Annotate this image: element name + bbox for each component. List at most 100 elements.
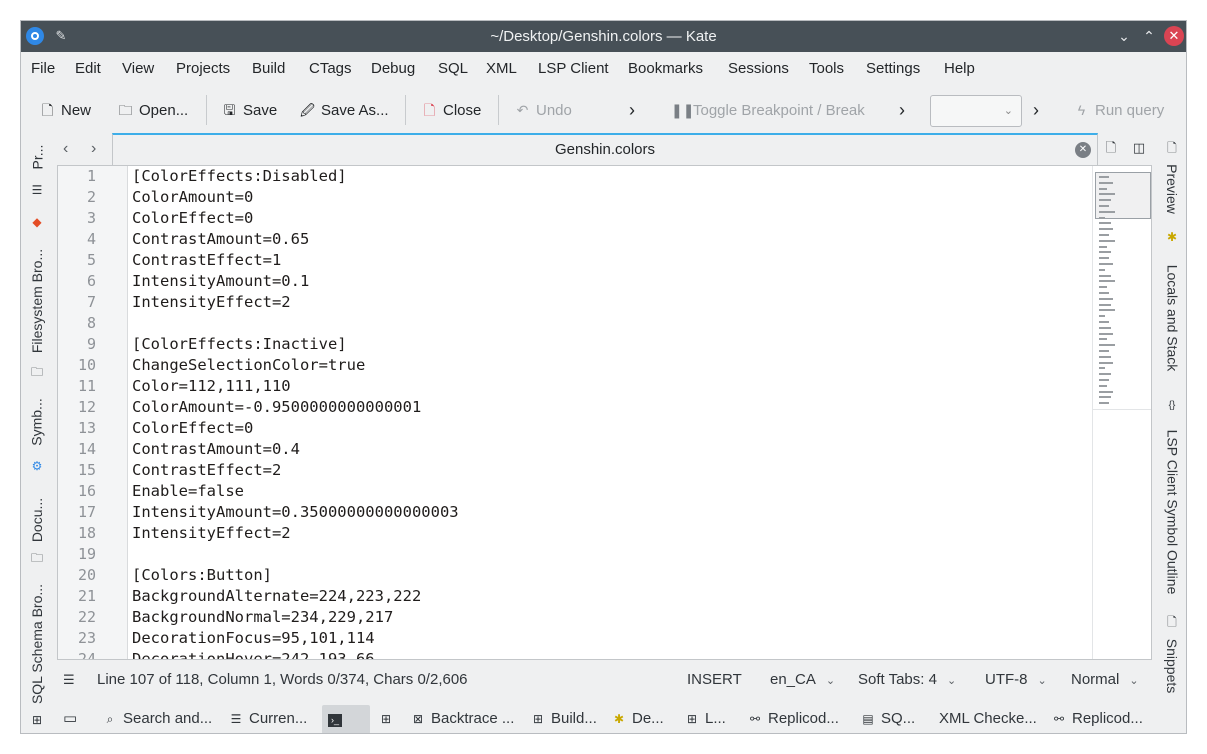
- code-line[interactable]: 8: [58, 313, 1092, 334]
- menu-file[interactable]: File: [31, 52, 55, 86]
- toolbar-overflow-3-chevron-icon[interactable]: ›: [1033, 91, 1039, 129]
- menu-bookmarks[interactable]: Bookmarks: [628, 52, 703, 86]
- edit-mode[interactable]: INSERT: [687, 667, 742, 693]
- line-text[interactable]: ContrastAmount=0.4: [132, 439, 300, 460]
- encoding-selector[interactable]: UTF-8 ⌄: [985, 667, 1047, 694]
- code-line[interactable]: 17 IntensityAmount=0.35000000000000003: [58, 502, 1092, 523]
- code-line[interactable]: 10 ChangeSelectionColor=true: [58, 355, 1092, 376]
- close-window-button[interactable]: ✕: [1164, 26, 1184, 46]
- menu-build[interactable]: Build: [252, 52, 285, 86]
- line-text[interactable]: ColorEffect=0: [132, 208, 253, 229]
- menu-projects[interactable]: Projects: [176, 52, 230, 86]
- run-query-button[interactable]: ϟ Run query: [1073, 91, 1164, 129]
- line-text[interactable]: ColorAmount=0: [132, 187, 253, 208]
- menu-xml[interactable]: XML: [486, 52, 517, 86]
- code-line[interactable]: 12 ColorAmount=-0.9500000000000001: [58, 397, 1092, 418]
- code-line[interactable]: 15 ContrastEffect=2: [58, 460, 1092, 481]
- menu-sql[interactable]: SQL: [438, 52, 468, 86]
- close-button[interactable]: 🗋 Close: [421, 91, 482, 129]
- sidebar-tab-symbols[interactable]: Symb...: [21, 391, 53, 453]
- line-text[interactable]: ContrastEffect=2: [132, 460, 281, 481]
- code-line[interactable]: 3 ColorEffect=0: [58, 208, 1092, 229]
- tool-search-and-replace[interactable]: ⌕ Search and...: [103, 702, 213, 733]
- code-line[interactable]: 14 ContrastAmount=0.4: [58, 439, 1092, 460]
- code-line[interactable]: 16 Enable=false: [58, 481, 1092, 502]
- undo-button[interactable]: ↶ Undo: [514, 91, 572, 129]
- sidebar-tab-snippets[interactable]: Snippets: [1156, 633, 1186, 699]
- nav-back-chevron-icon[interactable]: ‹: [63, 133, 68, 165]
- tool-grid[interactable]: ⊞: [379, 702, 399, 733]
- sql-connection-combo[interactable]: ⌄: [930, 95, 1022, 127]
- line-text[interactable]: IntensityAmount=0.35000000000000003: [132, 502, 459, 523]
- doc-menu-icon[interactable]: ☰: [63, 667, 75, 693]
- menu-debug[interactable]: Debug: [371, 52, 415, 86]
- code-line[interactable]: 22 BackgroundNormal=234,229,217: [58, 607, 1092, 628]
- sidebar-tab-preview[interactable]: Preview: [1156, 159, 1186, 219]
- sidebar-tab-projects[interactable]: Pr...: [21, 141, 53, 173]
- code-line[interactable]: 23 DecorationFocus=95,101,114: [58, 628, 1092, 649]
- close-tab-icon[interactable]: ✕: [1075, 142, 1091, 158]
- nav-forward-chevron-icon[interactable]: ›: [91, 133, 96, 165]
- tool-replicode-1[interactable]: ⚯ Replicod...: [748, 702, 839, 733]
- tool-replicode-2[interactable]: ⚯ Replicod...: [1052, 702, 1143, 733]
- code-line[interactable]: 6 IntensityAmount=0.1: [58, 271, 1092, 292]
- line-text[interactable]: ColorEffect=0: [132, 418, 253, 439]
- tool-debug[interactable]: ✱ De...: [612, 702, 664, 733]
- code-line[interactable]: 4 ContrastAmount=0.65: [58, 229, 1092, 250]
- save-button[interactable]: 🖫 Save: [221, 91, 278, 129]
- line-text[interactable]: IntensityEffect=2: [132, 292, 291, 313]
- line-text[interactable]: [ColorEffects:Disabled]: [132, 166, 347, 187]
- menu-tools[interactable]: Tools: [809, 52, 844, 86]
- code-line[interactable]: 1 [ColorEffects:Disabled]: [58, 166, 1092, 187]
- input-mode-selector[interactable]: Normal ⌄: [1071, 667, 1139, 694]
- text-editor[interactable]: 1 [ColorEffects:Disabled] 2 ColorAmount=0 3 C…: [57, 165, 1152, 660]
- split-view-icon[interactable]: ◫: [1131, 140, 1147, 156]
- tool-xml-checker[interactable]: XML Checke...: [939, 702, 1037, 733]
- line-text[interactable]: ColorAmount=-0.9500000000000001: [132, 397, 421, 418]
- code-line[interactable]: 7 IntensityEffect=2: [58, 292, 1092, 313]
- open-button[interactable]: 🗀 Open...: [117, 91, 189, 129]
- editor-content[interactable]: 1 [ColorEffects:Disabled] 2 ColorAmount=0 3 C…: [58, 166, 1092, 659]
- code-line[interactable]: 5 ContrastEffect=1: [58, 250, 1092, 271]
- code-line[interactable]: 11 Color=112,111,110: [58, 376, 1092, 397]
- line-text[interactable]: Enable=false: [132, 481, 244, 502]
- sidebar-tab-sql-schema[interactable]: SQL Schema Bro...: [21, 577, 53, 711]
- line-text[interactable]: ContrastAmount=0.65: [132, 229, 309, 250]
- tool-current-project[interactable]: ☰ Curren...: [229, 702, 308, 733]
- maximize-button[interactable]: ⌃: [1139, 26, 1159, 46]
- line-text[interactable]: ChangeSelectionColor=true: [132, 355, 365, 376]
- new-tab-icon[interactable]: 🗋: [1103, 140, 1119, 156]
- line-text[interactable]: BackgroundNormal=234,229,217: [132, 607, 393, 628]
- line-text[interactable]: [ColorEffects:Inactive]: [132, 334, 347, 355]
- new-button[interactable]: 🗋 New: [39, 91, 91, 129]
- line-text[interactable]: BackgroundAlternate=224,223,222: [132, 586, 421, 607]
- menu-sessions[interactable]: Sessions: [728, 52, 789, 86]
- sidebar-tab-lsp-symbol-outline[interactable]: LSP Client Symbol Outline: [1156, 419, 1186, 605]
- line-text[interactable]: [Colors:Button]: [132, 565, 272, 586]
- code-line[interactable]: 21 BackgroundAlternate=224,223,222: [58, 586, 1092, 607]
- tool-terminal[interactable]: ›_: [322, 705, 370, 733]
- code-line[interactable]: 13 ColorEffect=0: [58, 418, 1092, 439]
- tool-build[interactable]: ⊞ Build...: [531, 702, 597, 733]
- code-line[interactable]: 20 [Colors:Button]: [58, 565, 1092, 586]
- save-as-button[interactable]: 🖉 Save As...: [299, 91, 389, 129]
- menu-settings[interactable]: Settings: [866, 52, 920, 86]
- line-text[interactable]: Color=112,111,110: [132, 376, 291, 397]
- indent-selector[interactable]: Soft Tabs: 4 ⌄: [858, 667, 956, 694]
- tool-sql[interactable]: ▤ SQ...: [861, 702, 915, 733]
- language-selector[interactable]: en_CA ⌄: [770, 667, 835, 694]
- toolbar-overflow-2-chevron-icon[interactable]: ›: [899, 91, 905, 129]
- code-line[interactable]: 24 DecorationHover=242,193,66: [58, 649, 1092, 659]
- menu-lsp-client[interactable]: LSP Client: [538, 52, 609, 86]
- menu-view[interactable]: View: [122, 52, 154, 86]
- menu-edit[interactable]: Edit: [75, 52, 101, 86]
- sidebar-tab-documents[interactable]: Docu...: [21, 489, 53, 551]
- line-text[interactable]: DecorationFocus=95,101,114: [132, 628, 375, 649]
- toggle-breakpoint-button[interactable]: ❚❚Toggle Breakpoint / Break: [671, 91, 865, 129]
- minimap-scrollbar[interactable]: [1092, 166, 1151, 659]
- tool-lsp[interactable]: ⊞ L...: [685, 702, 726, 733]
- tool-backtrace[interactable]: ⊠ Backtrace ...: [411, 702, 514, 733]
- toolbar-overflow-1-chevron-icon[interactable]: ›: [629, 91, 635, 129]
- line-text[interactable]: IntensityAmount=0.1: [132, 271, 309, 292]
- tab-genshin-colors[interactable]: Genshin.colors ✕: [112, 133, 1098, 165]
